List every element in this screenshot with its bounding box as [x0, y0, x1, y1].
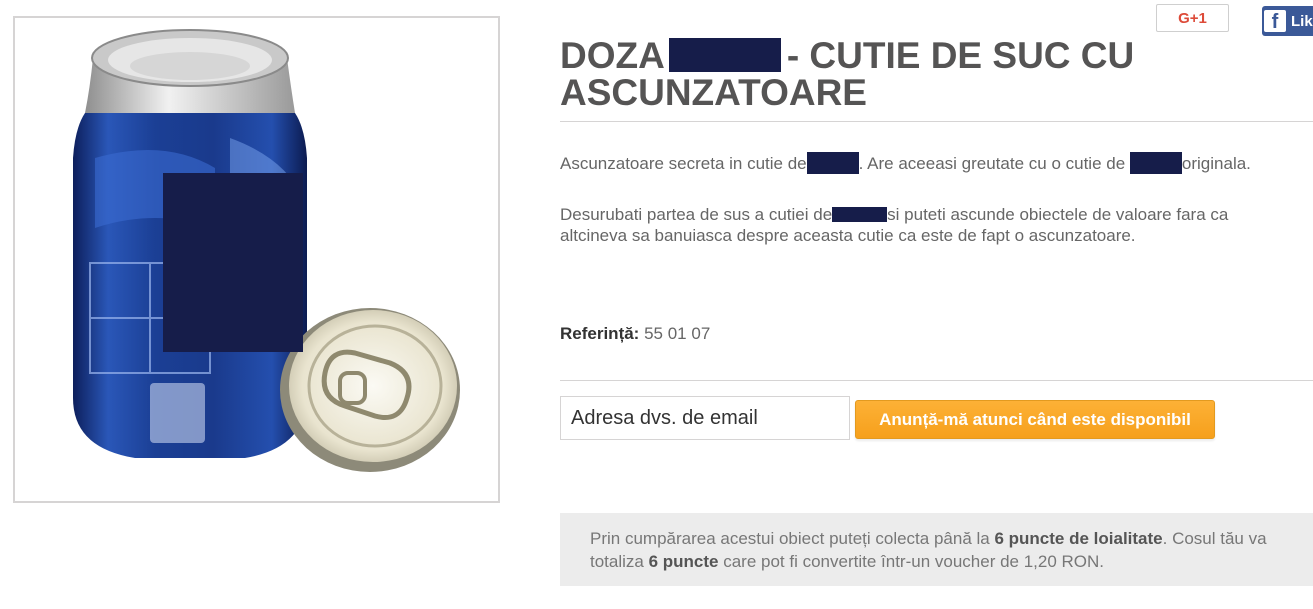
- reference-value: 55 01 07: [644, 324, 711, 343]
- text-redaction: [806, 152, 859, 174]
- google-plus-icon: G+1: [1178, 9, 1207, 27]
- desc2-text-a: Desurubati partea de sus a cutiei de: [560, 205, 833, 224]
- loyalty-text-a: Prin cumpărarea acestui obiect puteți co…: [590, 529, 995, 548]
- desc1-text-c: originala.: [1181, 154, 1251, 173]
- facebook-like-button[interactable]: f Lik: [1262, 6, 1313, 36]
- page-title: DOZA - CUTIE DE SUC CU ASCUNZATOARE: [560, 37, 1200, 111]
- description-paragraph-2: Desurubati partea de sus a cutiei de si p…: [560, 204, 1300, 246]
- desc1-text-b: . Are aceeasi greutate cu o cutie de: [858, 154, 1126, 173]
- text-redaction: [832, 207, 888, 222]
- email-input[interactable]: [560, 396, 850, 440]
- title-part-1: DOZA: [560, 35, 665, 76]
- product-image[interactable]: [13, 16, 500, 503]
- loyalty-text-c: care pot fi convertite într-un voucher d…: [718, 552, 1105, 571]
- product-reference: Referință: 55 01 07: [560, 324, 710, 344]
- title-redaction: [668, 38, 781, 72]
- facebook-icon: f: [1264, 10, 1286, 33]
- text-redaction: [1129, 152, 1182, 174]
- loyalty-points-a: 6 puncte de loialitate: [994, 529, 1163, 548]
- redacted-brand-label: [163, 173, 303, 352]
- facebook-like-label: Lik: [1291, 12, 1313, 30]
- description-paragraph-1: Ascunzatoare secreta in cutie de . Are ac…: [560, 152, 1300, 174]
- desc1-text-a: Ascunzatoare secreta in cutie de: [560, 154, 807, 173]
- reference-divider: [560, 380, 1313, 381]
- loyalty-points-box: Prin cumpărarea acestui obiect puteți co…: [560, 513, 1313, 586]
- notify-when-available-button[interactable]: Anunță-mă atunci când este disponibil: [855, 400, 1215, 439]
- title-divider: [560, 121, 1313, 122]
- loyalty-points-b: 6 puncte: [648, 552, 719, 571]
- google-plus-button[interactable]: G+1: [1156, 4, 1229, 32]
- reference-label: Referință:: [560, 324, 640, 343]
